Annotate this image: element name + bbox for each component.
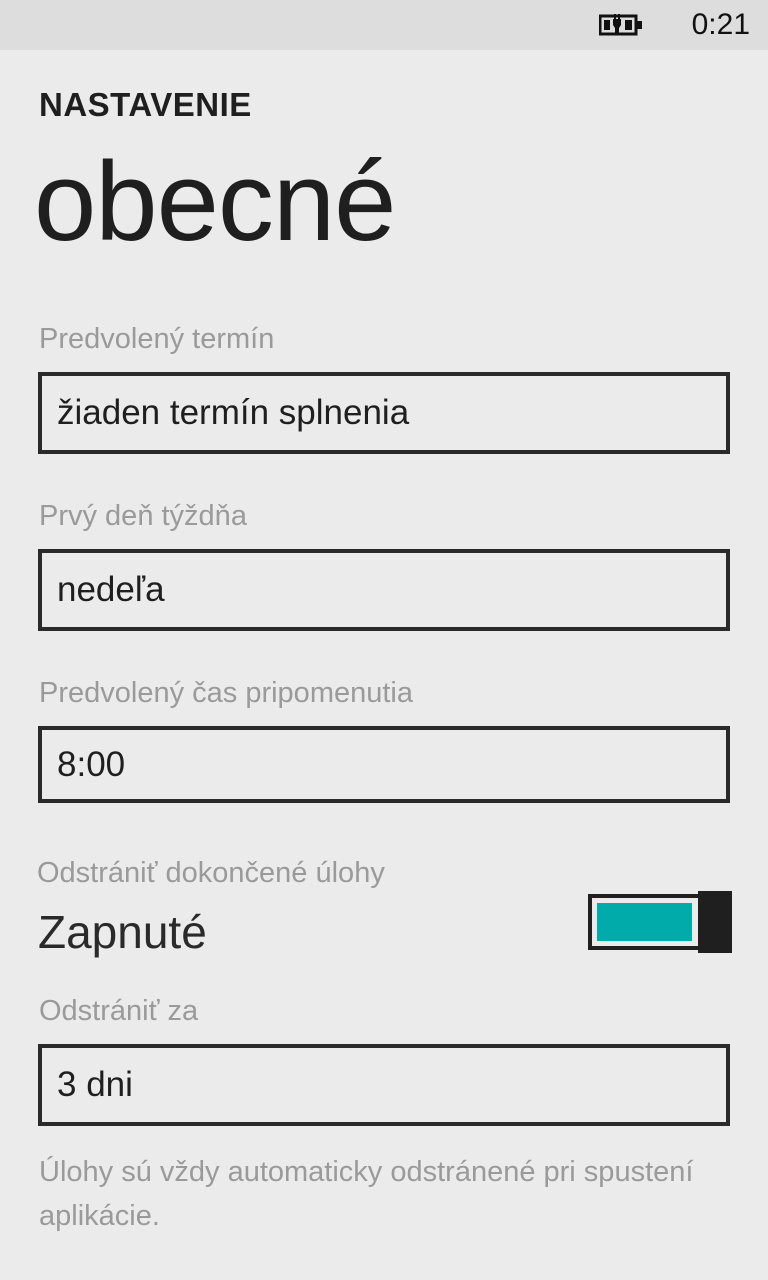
- first-day-picker[interactable]: nedeľa: [38, 549, 730, 631]
- toggle-thumb[interactable]: [698, 891, 732, 953]
- delete-after-picker[interactable]: 3 dni: [38, 1044, 730, 1126]
- delete-completed-label: Odstrániť dokončené úlohy: [37, 857, 385, 889]
- delete-after-value: 3 dni: [57, 1065, 133, 1104]
- default-due-picker[interactable]: žiaden termín splnenia: [38, 372, 730, 454]
- first-day-value: nedeľa: [57, 570, 165, 609]
- page-title: obecné: [34, 139, 396, 264]
- delete-completed-state: Zapnuté: [38, 906, 207, 958]
- delete-completed-toggle[interactable]: [588, 891, 732, 953]
- reminder-time-label: Predvolený čas pripomenutia: [39, 677, 413, 709]
- default-due-value: žiaden termín splnenia: [57, 393, 410, 432]
- reminder-time-picker[interactable]: 8:00: [38, 726, 730, 803]
- toggle-fill: [597, 903, 692, 941]
- first-day-label: Prvý deň týždňa: [39, 500, 247, 532]
- status-bar: 0:21: [0, 0, 768, 50]
- clock: 0:21: [691, 8, 750, 41]
- delete-after-label: Odstrániť za: [39, 995, 199, 1027]
- reminder-time-value: 8:00: [57, 744, 126, 784]
- battery-charging-icon: [599, 14, 642, 36]
- default-due-label: Predvolený termín: [39, 323, 275, 355]
- info-note: Úlohy sú vždy automaticky odstránené pri…: [39, 1156, 694, 1232]
- app-title: NASTAVENIE: [39, 86, 252, 123]
